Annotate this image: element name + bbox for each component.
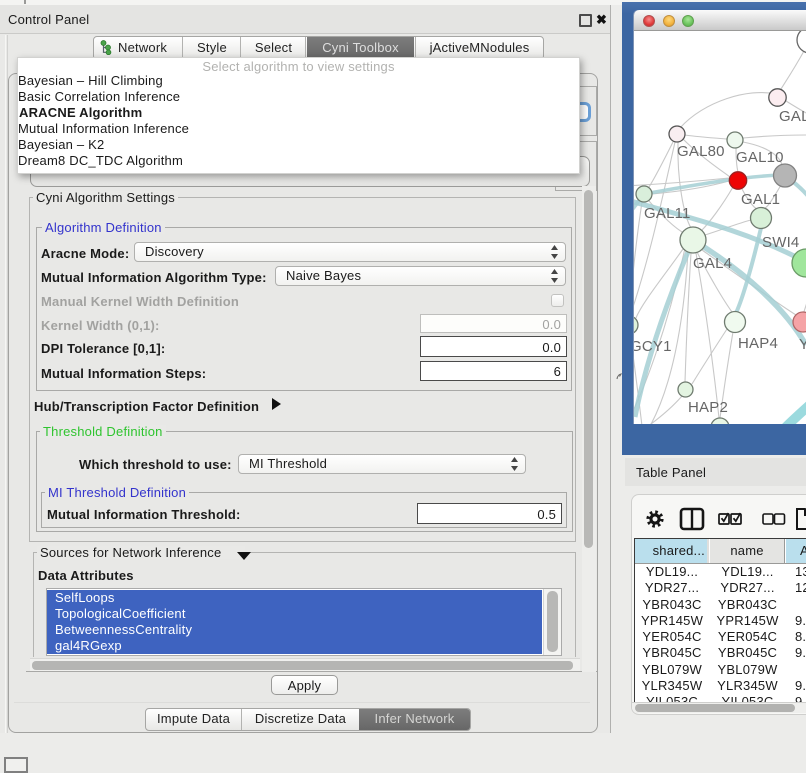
svg-text:GAL11: GAL11 <box>644 205 691 222</box>
svg-text:GCY1: GCY1 <box>634 338 672 355</box>
svg-text:HAP2: HAP2 <box>688 399 728 416</box>
svg-text:GAL4: GAL4 <box>693 255 732 272</box>
svg-text:GAL1: GAL1 <box>741 191 780 208</box>
svg-text:SWI4: SWI4 <box>762 234 799 251</box>
svg-text:GAL: GAL <box>779 108 806 125</box>
svg-text:GAL10: GAL10 <box>736 149 784 166</box>
svg-text:GAL80: GAL80 <box>677 143 725 160</box>
svg-text:Y: Y <box>799 336 806 353</box>
svg-text:HAP4: HAP4 <box>738 335 778 352</box>
